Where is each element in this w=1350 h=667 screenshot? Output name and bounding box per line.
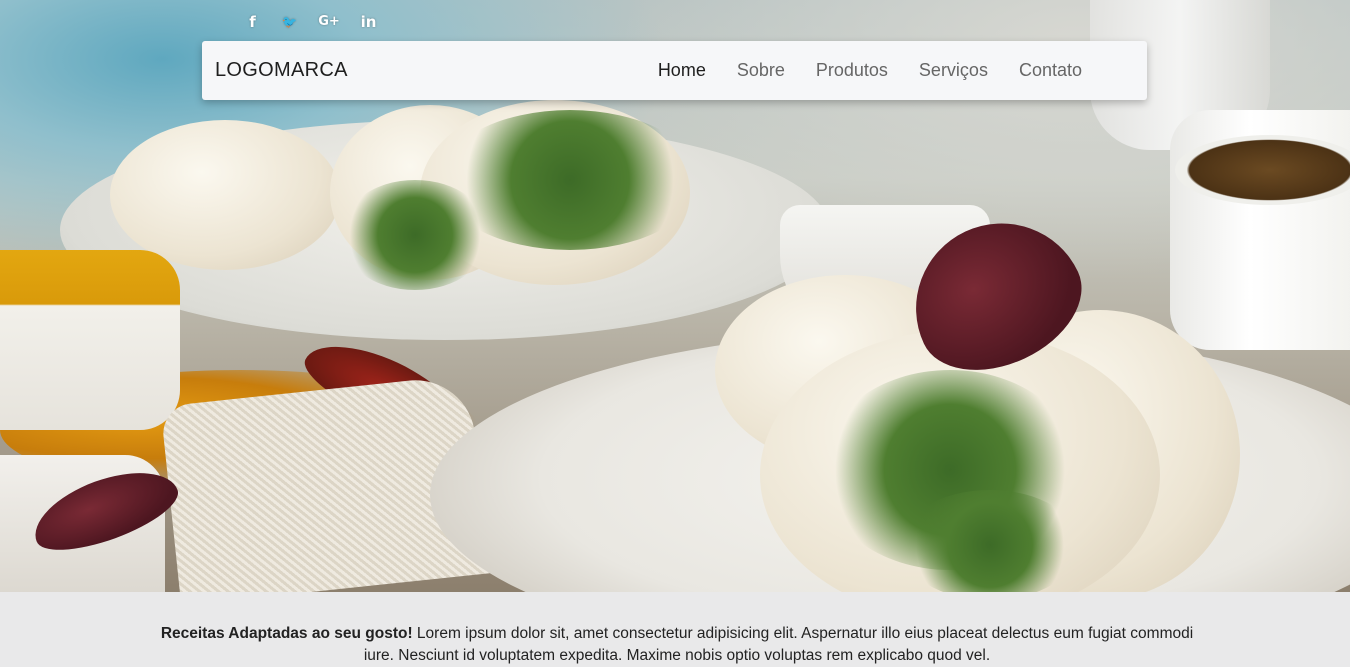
navbar: LOGOMARCA Home Sobre Produtos Serviços C… (202, 41, 1147, 100)
social-links: f 🐦 G+ in (242, 11, 379, 32)
cup-sauce (1175, 135, 1350, 205)
nav-servicos[interactable]: Serviços (919, 60, 988, 81)
twitter-icon[interactable]: 🐦 (279, 11, 300, 32)
linkedin-icon[interactable]: in (358, 11, 379, 32)
nav-contato[interactable]: Contato (1019, 60, 1082, 81)
nav-produtos[interactable]: Produtos (816, 60, 888, 81)
intro-section: Receitas Adaptadas ao seu gosto! Lorem i… (0, 592, 1350, 664)
intro-paragraph: Receitas Adaptadas ao seu gosto! Lorem i… (152, 623, 1202, 667)
turmeric-bowl (0, 250, 180, 430)
nav-home[interactable]: Home (658, 60, 706, 81)
logo[interactable]: LOGOMARCA (215, 41, 348, 100)
intro-text: Lorem ipsum dolor sit, amet consectetur … (363, 625, 1194, 664)
background-idli (110, 120, 340, 270)
facebook-icon[interactable]: f (242, 11, 263, 32)
intro-lead: Receitas Adaptadas ao seu gosto! (160, 625, 413, 642)
herb-garnish (900, 490, 1080, 592)
herb-garnish (340, 180, 490, 290)
nav-menu: Home Sobre Produtos Serviços Contato (658, 41, 1082, 100)
google-plus-icon[interactable]: G+ (316, 11, 342, 32)
nav-sobre[interactable]: Sobre (737, 60, 785, 81)
